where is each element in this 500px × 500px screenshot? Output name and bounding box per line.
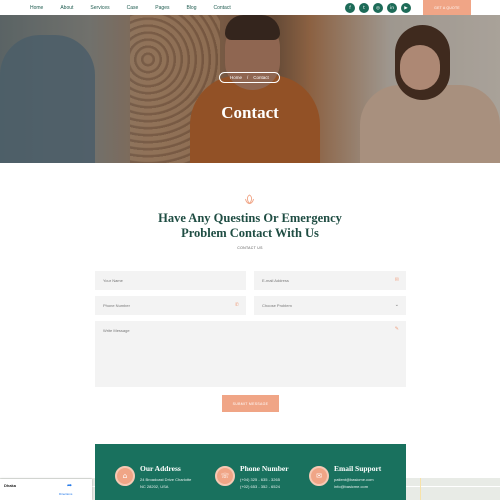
directions-link[interactable]: Directions <box>59 492 72 496</box>
section-subheading: CONTACT US <box>237 246 263 250</box>
directions-icon[interactable]: ➦ <box>67 482 72 489</box>
problem-select-placeholder: Choose Problem <box>262 303 292 308</box>
phone-field[interactable]: Phone Number ✆ <box>95 296 246 315</box>
get-a-quote-button[interactable]: GET A QUOTE <box>423 0 471 15</box>
nav-link-services[interactable]: Services <box>90 5 109 11</box>
envelope-icon: ✉ <box>309 466 329 486</box>
chevron-down-icon: ⌄ <box>394 302 399 308</box>
instagram-icon[interactable]: ◎ <box>373 3 383 13</box>
phone-icon: ✆ <box>234 302 239 308</box>
breadcrumb: Home / Contact <box>219 72 280 83</box>
phone-line-2[interactable]: (+02) 653 - 352 - 6524 <box>240 484 280 489</box>
social-links: f t ◎ in ▶ <box>345 3 415 13</box>
phone-line-1[interactable]: (+04) 325 - 635 - 3265 <box>240 477 280 482</box>
phone-field-placeholder: Phone Number <box>103 303 130 308</box>
top-navigation: Home About Services Case Pages Blog Cont… <box>0 0 500 15</box>
page-title: Contact <box>221 103 279 122</box>
breadcrumb-home-link[interactable]: Home <box>230 75 242 80</box>
twitter-icon[interactable]: t <box>359 3 369 13</box>
section-heading: Have Any Questins Or Emergency Problem C… <box>100 211 400 241</box>
section-heading-line-2: Problem Contact With Us <box>181 226 319 240</box>
problem-select[interactable]: Choose Problem ⌄ <box>254 296 406 315</box>
submit-message-button[interactable]: SUBMIT MESSAGE <box>222 395 279 412</box>
nav-link-case[interactable]: Case <box>127 5 139 11</box>
name-field-placeholder: Your Name <box>103 278 123 283</box>
email-line-1[interactable]: patient@basicme.com <box>334 477 374 482</box>
name-field[interactable]: Your Name <box>95 271 246 290</box>
nav-link-contact[interactable]: Contact <box>214 5 231 11</box>
map-pin-icon: ⌂ <box>115 466 135 486</box>
map-city-label: Dhaka <box>4 483 17 488</box>
message-textarea[interactable]: Write Message ✎ <box>95 321 406 387</box>
youtube-icon[interactable]: ▶ <box>401 3 411 13</box>
email-title: Email Support <box>334 464 382 473</box>
linkedin-icon[interactable]: in <box>387 3 397 13</box>
breadcrumb-separator: / <box>247 75 249 80</box>
phone-icon: ☏ <box>215 466 235 486</box>
email-line-2[interactable]: info@basicme.com <box>334 484 368 489</box>
envelope-icon: ✉ <box>394 277 399 283</box>
message-textarea-placeholder: Write Message <box>103 328 130 333</box>
phone-title: Phone Number <box>240 464 289 473</box>
hero-banner: Home / Contact Contact <box>0 15 500 163</box>
address-line-2: NC 28202, USA <box>140 484 169 489</box>
nav-link-about[interactable]: About <box>60 5 73 11</box>
nav-link-home[interactable]: Home <box>30 5 43 11</box>
email-field[interactable]: E-mail Address ✉ <box>254 271 406 290</box>
hero-overlay <box>0 15 500 163</box>
nav-link-pages[interactable]: Pages <box>155 5 169 11</box>
map-info-card: Dhaka ➦ Directions <box>0 479 92 500</box>
address-title: Our Address <box>140 464 181 473</box>
section-heading-line-1: Have Any Questins Or Emergency <box>158 211 342 225</box>
map-road <box>420 478 421 500</box>
contact-info-box: ⌂ Our Address 24 Broadcast Drive Charlot… <box>95 444 406 500</box>
edit-icon: ✎ <box>394 326 399 332</box>
email-field-placeholder: E-mail Address <box>262 278 289 283</box>
lotus-icon <box>245 194 254 205</box>
address-line-1: 24 Broadcast Drive Charlotte <box>140 477 192 482</box>
nav-links: Home About Services Case Pages Blog Cont… <box>30 0 248 15</box>
breadcrumb-current: Contact <box>253 75 269 80</box>
nav-link-blog[interactable]: Blog <box>186 5 196 11</box>
facebook-icon[interactable]: f <box>345 3 355 13</box>
